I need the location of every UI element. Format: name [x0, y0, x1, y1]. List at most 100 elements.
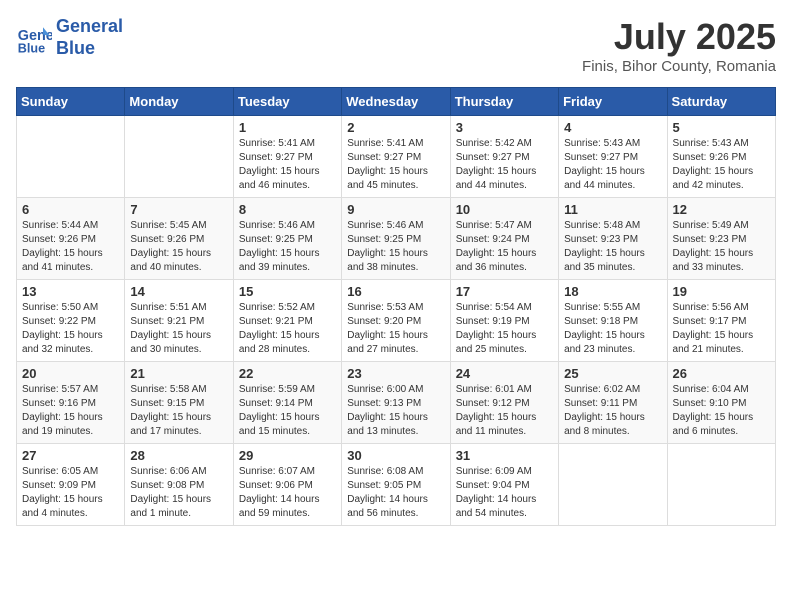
title-block: July 2025 Finis, Bihor County, Romania	[582, 16, 776, 75]
calendar-week-3: 13 Sunrise: 5:50 AM Sunset: 9:22 PM Dayli…	[17, 280, 776, 362]
calendar-cell: 6 Sunrise: 5:44 AM Sunset: 9:26 PM Daylig…	[17, 198, 125, 280]
calendar-cell: 12 Sunrise: 5:49 AM Sunset: 9:23 PM Dayli…	[667, 198, 775, 280]
day-header-friday: Friday	[559, 88, 667, 116]
calendar-cell: 11 Sunrise: 5:48 AM Sunset: 9:23 PM Dayli…	[559, 198, 667, 280]
cell-info: Sunrise: 5:47 AM Sunset: 9:24 PM Dayligh…	[456, 219, 553, 275]
cell-info: Sunrise: 5:42 AM Sunset: 9:27 PM Dayligh…	[456, 137, 553, 193]
cell-info: Sunrise: 5:44 AM Sunset: 9:26 PM Dayligh…	[22, 219, 119, 275]
day-number: 10	[456, 202, 553, 217]
calendar-cell: 15Sunrise: 5:52 AM Sunset: 9:21 PM Dayli…	[233, 280, 341, 362]
calendar-week-1: 1Sunrise: 5:41 AM Sunset: 9:27 PM Daylig…	[17, 116, 776, 198]
day-header-wednesday: Wednesday	[342, 88, 450, 116]
day-number: 23	[347, 366, 444, 381]
cell-info: Sunrise: 5:46 AM Sunset: 9:25 PM Dayligh…	[347, 219, 444, 275]
day-number: 25	[564, 366, 661, 381]
calendar-cell: 31 Sunrise: 6:09 AM Sunset: 9:04 PM Dayli…	[450, 444, 558, 526]
cell-info: Sunrise: 5:50 AM Sunset: 9:22 PM Dayligh…	[22, 301, 119, 357]
calendar-cell: 13 Sunrise: 5:50 AM Sunset: 9:22 PM Dayli…	[17, 280, 125, 362]
calendar-table: SundayMondayTuesdayWednesdayThursdayFrid…	[16, 87, 776, 526]
calendar-cell: 10 Sunrise: 5:47 AM Sunset: 9:24 PM Dayli…	[450, 198, 558, 280]
day-header-thursday: Thursday	[450, 88, 558, 116]
calendar-cell: 5 Sunrise: 5:43 AM Sunset: 9:26 PM Daylig…	[667, 116, 775, 198]
day-number: 26	[673, 366, 770, 381]
calendar-cell: 3 Sunrise: 5:42 AM Sunset: 9:27 PM Daylig…	[450, 116, 558, 198]
cell-info: Sunrise: 6:06 AM Sunset: 9:08 PM Dayligh…	[130, 465, 227, 521]
calendar-cell	[125, 116, 233, 198]
day-number: 17	[456, 284, 553, 299]
calendar-cell: 1Sunrise: 5:41 AM Sunset: 9:27 PM Daylig…	[233, 116, 341, 198]
month-title: July 2025	[582, 16, 776, 58]
cell-info: Sunrise: 6:04 AM Sunset: 9:10 PM Dayligh…	[673, 383, 770, 439]
calendar-cell: 9 Sunrise: 5:46 AM Sunset: 9:25 PM Daylig…	[342, 198, 450, 280]
cell-info: Sunrise: 5:41 AM Sunset: 9:27 PM Dayligh…	[347, 137, 444, 193]
cell-info: Sunrise: 5:43 AM Sunset: 9:26 PM Dayligh…	[673, 137, 770, 193]
cell-info: Sunrise: 6:09 AM Sunset: 9:04 PM Dayligh…	[456, 465, 553, 521]
cell-info: Sunrise: 5:59 AM Sunset: 9:14 PM Dayligh…	[239, 383, 336, 439]
cell-info: Sunrise: 6:00 AM Sunset: 9:13 PM Dayligh…	[347, 383, 444, 439]
day-number: 14	[130, 284, 227, 299]
day-number: 21	[130, 366, 227, 381]
cell-info: Sunrise: 5:58 AM Sunset: 9:15 PM Dayligh…	[130, 383, 227, 439]
logo-line2: Blue	[56, 38, 95, 58]
cell-info: Sunrise: 5:46 AM Sunset: 9:25 PM Dayligh…	[239, 219, 336, 275]
calendar-header-row: SundayMondayTuesdayWednesdayThursdayFrid…	[17, 88, 776, 116]
logo-line1: General	[56, 16, 123, 36]
day-header-sunday: Sunday	[17, 88, 125, 116]
day-number: 27	[22, 448, 119, 463]
calendar-week-4: 20 Sunrise: 5:57 AM Sunset: 9:16 PM Dayli…	[17, 362, 776, 444]
day-number: 20	[22, 366, 119, 381]
calendar-body: 1Sunrise: 5:41 AM Sunset: 9:27 PM Daylig…	[17, 116, 776, 526]
calendar-cell: 27Sunrise: 6:05 AM Sunset: 9:09 PM Dayli…	[17, 444, 125, 526]
calendar-cell: 29 Sunrise: 6:07 AM Sunset: 9:06 PM Dayli…	[233, 444, 341, 526]
calendar-cell: 14 Sunrise: 5:51 AM Sunset: 9:21 PM Dayli…	[125, 280, 233, 362]
calendar-cell: 24 Sunrise: 6:01 AM Sunset: 9:12 PM Dayli…	[450, 362, 558, 444]
page-header: General Blue General Blue July 2025 Fini…	[16, 16, 776, 75]
cell-info: Sunrise: 6:08 AM Sunset: 9:05 PM Dayligh…	[347, 465, 444, 521]
day-number: 9	[347, 202, 444, 217]
calendar-cell: 26 Sunrise: 6:04 AM Sunset: 9:10 PM Dayli…	[667, 362, 775, 444]
cell-info: Sunrise: 5:54 AM Sunset: 9:19 PM Dayligh…	[456, 301, 553, 357]
day-number: 5	[673, 120, 770, 135]
calendar-cell: 16Sunrise: 5:53 AM Sunset: 9:20 PM Dayli…	[342, 280, 450, 362]
day-number: 2	[347, 120, 444, 135]
calendar-cell: 17 Sunrise: 5:54 AM Sunset: 9:19 PM Dayli…	[450, 280, 558, 362]
cell-info: Sunrise: 5:56 AM Sunset: 9:17 PM Dayligh…	[673, 301, 770, 357]
day-number: 22	[239, 366, 336, 381]
day-number: 31	[456, 448, 553, 463]
day-number: 29	[239, 448, 336, 463]
day-number: 13	[22, 284, 119, 299]
day-number: 18	[564, 284, 661, 299]
calendar-cell	[559, 444, 667, 526]
day-header-saturday: Saturday	[667, 88, 775, 116]
calendar-cell: 23 Sunrise: 6:00 AM Sunset: 9:13 PM Dayli…	[342, 362, 450, 444]
cell-info: Sunrise: 5:55 AM Sunset: 9:18 PM Dayligh…	[564, 301, 661, 357]
calendar-cell: 20 Sunrise: 5:57 AM Sunset: 9:16 PM Dayli…	[17, 362, 125, 444]
day-number: 12	[673, 202, 770, 217]
calendar-week-5: 27Sunrise: 6:05 AM Sunset: 9:09 PM Dayli…	[17, 444, 776, 526]
cell-info: Sunrise: 5:49 AM Sunset: 9:23 PM Dayligh…	[673, 219, 770, 275]
cell-info: Sunrise: 5:45 AM Sunset: 9:26 PM Dayligh…	[130, 219, 227, 275]
cell-info: Sunrise: 5:51 AM Sunset: 9:21 PM Dayligh…	[130, 301, 227, 357]
calendar-cell: 21 Sunrise: 5:58 AM Sunset: 9:15 PM Dayli…	[125, 362, 233, 444]
cell-info: Sunrise: 6:07 AM Sunset: 9:06 PM Dayligh…	[239, 465, 336, 521]
day-number: 3	[456, 120, 553, 135]
cell-info: Sunrise: 6:01 AM Sunset: 9:12 PM Dayligh…	[456, 383, 553, 439]
day-number: 6	[22, 202, 119, 217]
day-number: 11	[564, 202, 661, 217]
calendar-cell: 22 Sunrise: 5:59 AM Sunset: 9:14 PM Dayli…	[233, 362, 341, 444]
day-number: 24	[456, 366, 553, 381]
day-number: 4	[564, 120, 661, 135]
day-number: 30	[347, 448, 444, 463]
calendar-cell: 7Sunrise: 5:45 AM Sunset: 9:26 PM Daylig…	[125, 198, 233, 280]
calendar-cell: 30 Sunrise: 6:08 AM Sunset: 9:05 PM Dayli…	[342, 444, 450, 526]
calendar-cell: 8Sunrise: 5:46 AM Sunset: 9:25 PM Daylig…	[233, 198, 341, 280]
cell-info: Sunrise: 5:41 AM Sunset: 9:27 PM Dayligh…	[239, 137, 336, 193]
cell-info: Sunrise: 5:57 AM Sunset: 9:16 PM Dayligh…	[22, 383, 119, 439]
cell-info: Sunrise: 5:52 AM Sunset: 9:21 PM Dayligh…	[239, 301, 336, 357]
cell-info: Sunrise: 5:48 AM Sunset: 9:23 PM Dayligh…	[564, 219, 661, 275]
day-header-tuesday: Tuesday	[233, 88, 341, 116]
day-header-monday: Monday	[125, 88, 233, 116]
day-number: 28	[130, 448, 227, 463]
calendar-cell: 18 Sunrise: 5:55 AM Sunset: 9:18 PM Dayli…	[559, 280, 667, 362]
day-number: 19	[673, 284, 770, 299]
